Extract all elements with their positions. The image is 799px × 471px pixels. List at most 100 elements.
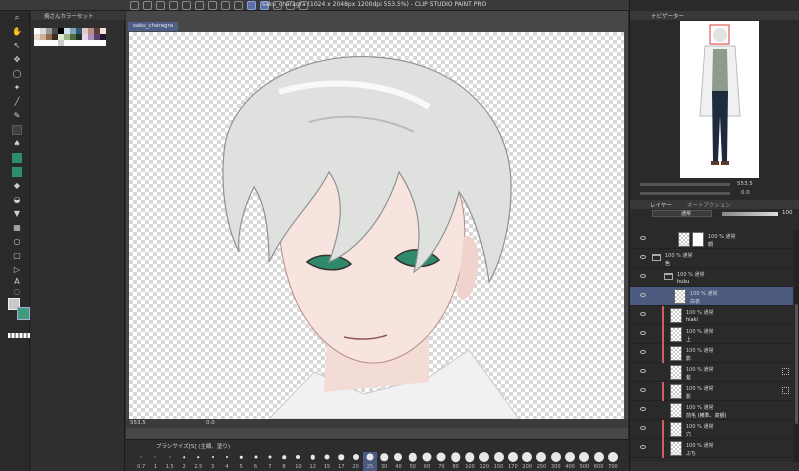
move-icon[interactable]: ✥ bbox=[12, 55, 22, 65]
brush-size-item[interactable]: 1.5 bbox=[163, 452, 177, 471]
brush-size-item[interactable]: 2 bbox=[177, 452, 191, 471]
brush-size-item[interactable]: 2.5 bbox=[191, 452, 205, 471]
visibility-eye-icon[interactable] bbox=[640, 426, 646, 430]
open-file-icon[interactable] bbox=[143, 1, 152, 10]
status-zoom[interactable]: 553.5 bbox=[130, 420, 146, 426]
visibility-eye-icon[interactable] bbox=[640, 331, 646, 335]
layer-row[interactable]: 100 % 通常 hiaki bbox=[630, 306, 793, 325]
save-icon[interactable] bbox=[156, 1, 165, 10]
pen-icon[interactable]: ✎ bbox=[12, 111, 22, 121]
brush-size-item[interactable]: 30 bbox=[377, 452, 391, 471]
brush-size-item[interactable]: 40 bbox=[391, 452, 405, 471]
layer-row[interactable]: 100 % 通常髪 bbox=[630, 363, 793, 382]
navigator-preview[interactable] bbox=[680, 21, 759, 178]
fill-icon[interactable] bbox=[208, 1, 217, 10]
text-icon[interactable]: A bbox=[12, 277, 22, 287]
brush-size-item[interactable]: 100 bbox=[463, 452, 477, 471]
brush-size-item[interactable]: 8 bbox=[277, 452, 291, 471]
rotate-slider[interactable] bbox=[640, 192, 730, 195]
visibility-eye-icon[interactable] bbox=[640, 350, 646, 354]
layer-row[interactable]: 100 % 通常 白衣 bbox=[630, 287, 793, 306]
navigator-zoom[interactable]: 553.5 bbox=[737, 181, 753, 187]
zoom-slider[interactable] bbox=[640, 183, 730, 186]
brush-size-item[interactable]: 500 bbox=[577, 452, 591, 471]
brush-size-item[interactable]: 170 bbox=[506, 452, 520, 471]
visibility-eye-icon[interactable] bbox=[640, 445, 646, 449]
brush-size-item[interactable]: 120 bbox=[477, 452, 491, 471]
clear-icon[interactable] bbox=[195, 1, 204, 10]
frame-icon[interactable]: ▢ bbox=[12, 251, 22, 261]
transparent-color-swatch[interactable] bbox=[8, 333, 30, 338]
visibility-eye-icon[interactable] bbox=[640, 236, 646, 240]
brush-size-item[interactable]: 70 bbox=[434, 452, 448, 471]
color-swatch[interactable] bbox=[100, 40, 106, 46]
layer-row[interactable]: 100 % 通常影 bbox=[630, 344, 793, 363]
blend-icon[interactable]: ◒ bbox=[12, 195, 22, 205]
layer-scrollbar[interactable] bbox=[794, 230, 799, 462]
brush-size-item[interactable]: 50 bbox=[406, 452, 420, 471]
gradient-icon[interactable]: ▦ bbox=[12, 223, 22, 233]
lasso-icon[interactable]: ◯ bbox=[12, 69, 22, 79]
brush-size-item[interactable]: 3 bbox=[205, 452, 219, 471]
visibility-eye-icon[interactable] bbox=[640, 388, 646, 392]
folder-icon[interactable] bbox=[652, 254, 661, 261]
hand-icon[interactable]: ✋ bbox=[12, 27, 22, 37]
brush-size-item[interactable]: 80 bbox=[449, 452, 463, 471]
brush-size-item[interactable]: 12 bbox=[306, 452, 320, 471]
brush-size-item[interactable]: 6 bbox=[248, 452, 262, 471]
transform-icon[interactable] bbox=[221, 1, 230, 10]
snap-ruler-icon[interactable] bbox=[247, 1, 256, 10]
folder-icon[interactable] bbox=[664, 273, 673, 280]
layer-row[interactable]: 100 % 通常 前毛 (横準、高額) bbox=[630, 401, 793, 420]
status-angle[interactable]: 0.0 bbox=[206, 420, 215, 426]
brush-size-item[interactable]: 150 bbox=[491, 452, 505, 471]
opacity-slider[interactable] bbox=[722, 212, 778, 216]
brush-size-item[interactable]: 1 bbox=[148, 452, 162, 471]
pencil-icon[interactable] bbox=[12, 125, 22, 135]
layer-row[interactable]: 100 % 通常上 bbox=[630, 325, 793, 344]
navigator-angle[interactable]: 0.0 bbox=[741, 190, 750, 196]
brush-size-item[interactable]: 15 bbox=[320, 452, 334, 471]
layer-row[interactable]: 100 % 通常穴 bbox=[630, 420, 793, 439]
undo-icon[interactable] bbox=[169, 1, 178, 10]
tab-layer[interactable]: レイヤー bbox=[650, 201, 672, 209]
visibility-eye-icon[interactable] bbox=[640, 312, 646, 316]
balloon-icon[interactable]: ◌ bbox=[12, 287, 22, 297]
sub-color-swatch[interactable] bbox=[17, 307, 30, 320]
figure-icon[interactable]: ○ bbox=[12, 237, 22, 247]
layer-row[interactable]: 100 % 通常色 bbox=[630, 249, 793, 268]
layer-row[interactable]: 100 % 通常影 bbox=[630, 382, 793, 401]
layer-row[interactable]: 100 % 通常 ぶち bbox=[630, 439, 793, 458]
airbrush-icon[interactable] bbox=[12, 153, 22, 163]
visibility-eye-icon[interactable] bbox=[640, 274, 646, 278]
brush-size-item[interactable]: 25 bbox=[362, 452, 378, 471]
magic-wand-icon[interactable]: ✦ bbox=[12, 83, 22, 93]
layer-row[interactable]: 100 % 通常顔 bbox=[630, 230, 793, 249]
document-tab[interactable]: saku_charagra bbox=[128, 22, 178, 31]
visibility-eye-icon[interactable] bbox=[640, 407, 646, 411]
fill-bucket-icon[interactable]: ▼ bbox=[12, 209, 22, 219]
opacity-value[interactable]: 100 bbox=[782, 210, 793, 216]
blend-mode-select[interactable]: 通常 bbox=[652, 210, 712, 217]
brush-size-item[interactable]: 20 bbox=[348, 452, 362, 471]
new-file-icon[interactable] bbox=[130, 1, 139, 10]
scrollbar-thumb[interactable] bbox=[795, 304, 798, 424]
brush-size-item[interactable]: 400 bbox=[563, 452, 577, 471]
brush-size-item[interactable]: 10 bbox=[291, 452, 305, 471]
operation-icon[interactable]: ↖ bbox=[12, 41, 22, 51]
brush-icon[interactable]: ♠ bbox=[12, 139, 22, 149]
brush-size-item[interactable]: 5 bbox=[234, 452, 248, 471]
brush-size-item[interactable]: 60 bbox=[420, 452, 434, 471]
redo-icon[interactable] bbox=[182, 1, 191, 10]
brush-size-item[interactable]: 200 bbox=[520, 452, 534, 471]
brush-size-item[interactable]: 17 bbox=[334, 452, 348, 471]
brush-size-item[interactable]: 7 bbox=[263, 452, 277, 471]
tab-auto-action[interactable]: オートアクション bbox=[687, 201, 731, 209]
eyedropper-icon[interactable]: ╱ bbox=[12, 97, 22, 107]
zoom-icon[interactable]: ⌕ bbox=[12, 13, 22, 23]
brush-size-item[interactable]: 300 bbox=[549, 452, 563, 471]
drawing-canvas[interactable] bbox=[129, 32, 624, 419]
visibility-eye-icon[interactable] bbox=[640, 293, 646, 297]
eraser-icon[interactable]: ◆ bbox=[12, 181, 22, 191]
brush-size-item[interactable]: 0.7 bbox=[134, 452, 148, 471]
